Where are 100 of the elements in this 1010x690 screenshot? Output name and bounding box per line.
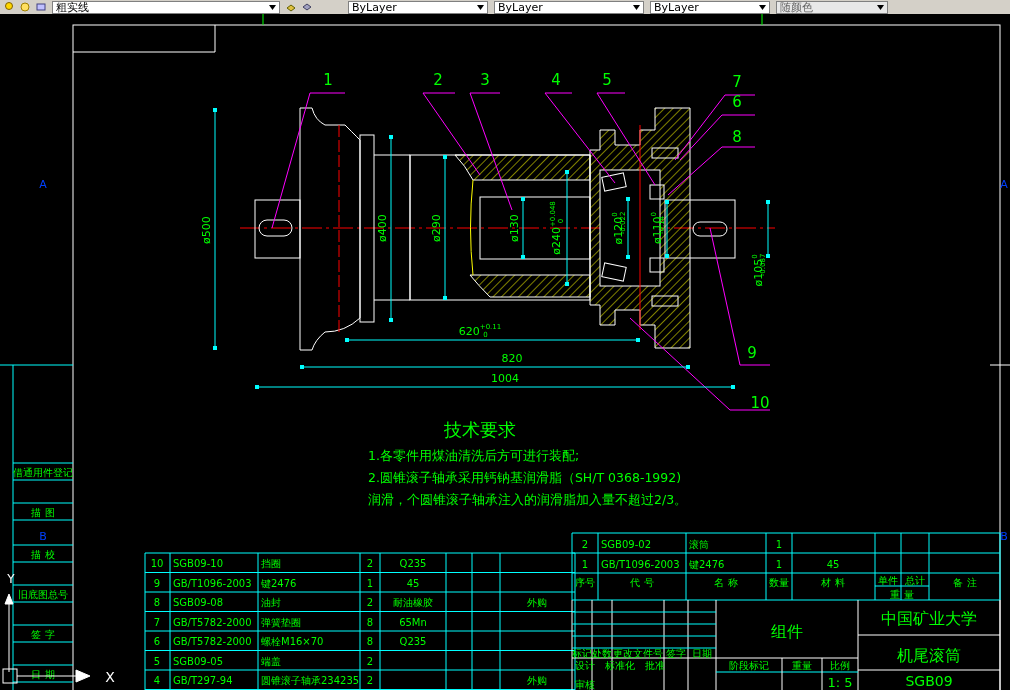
part-balloon-number: 8 — [732, 128, 742, 146]
drawing-type: 组件 — [771, 622, 803, 641]
stage-label: 阶段标记 — [729, 660, 769, 671]
column-header: 备 注 — [953, 577, 977, 588]
part-balloon-number: 9 — [747, 344, 757, 362]
revision-strip-label: 借通用件登记 — [13, 467, 73, 478]
plot-style-dropdown[interactable]: 随颜色 — [776, 0, 888, 14]
quantity: 1 — [366, 577, 374, 589]
role-label: 审核 — [575, 679, 595, 690]
part-name: 油封 — [261, 597, 281, 608]
column-header: 材 料 — [821, 577, 845, 588]
quantity: 2 — [366, 655, 374, 667]
revision-strip-label: 日 期 — [31, 669, 55, 680]
revision-label: 更改文件号 — [613, 648, 663, 659]
part-balloon-number: 5 — [602, 71, 612, 89]
item-number: 9 — [153, 577, 161, 589]
part-balloon-number: 3 — [480, 71, 490, 89]
caret-icon — [633, 4, 640, 10]
axis-label: X — [105, 669, 115, 685]
weight-label: 重量 — [792, 660, 812, 671]
column-header: 总计 — [905, 575, 925, 586]
zone-label: B — [1000, 530, 1008, 543]
part-name: 滚筒 — [689, 539, 709, 550]
remark: 外购 — [527, 597, 547, 608]
part-name: 端盖 — [261, 655, 281, 667]
zone-label: B — [39, 530, 47, 543]
requirement-text: 1.各零件用煤油清洗后方可进行装配; — [368, 448, 580, 463]
item-number: 6 — [153, 636, 161, 647]
caret-icon — [269, 4, 276, 10]
revision-strip-label: 描 校 — [31, 549, 55, 560]
drawing-title: 机尾滚筒 — [897, 646, 961, 665]
dimension-line — [521, 196, 525, 260]
part-code: GB/T1096-2003 — [173, 577, 252, 589]
part-code: SGB09-08 — [173, 597, 223, 608]
part-code: GB/T297-94 — [173, 675, 233, 686]
quantity: 1 — [775, 539, 783, 550]
revision-label: 日期 — [692, 648, 712, 659]
lineweight-dropdown[interactable]: ByLayer — [650, 0, 770, 14]
color-dropdown[interactable]: ByLayer — [348, 0, 488, 14]
zone-label: A — [39, 178, 47, 191]
quantity: 2 — [366, 597, 374, 608]
quantity: 2 — [366, 675, 374, 686]
item-number: 4 — [153, 675, 161, 686]
item-number: 5 — [153, 655, 161, 667]
revision-label: 标记 — [572, 648, 592, 659]
revision-strip-label: 描 图 — [31, 507, 55, 518]
item-number: 1 — [581, 559, 589, 570]
part-code: GB/T1096-2003 — [601, 559, 680, 570]
part-name: 挡圈 — [261, 558, 281, 569]
part-balloon-number: 1 — [323, 71, 333, 89]
scale-label: 比例 — [830, 660, 850, 671]
part-code: SGB09-10 — [173, 558, 223, 569]
part-name: 螺栓M16×70 — [261, 636, 324, 647]
caret-icon — [877, 4, 884, 10]
item-number: 2 — [581, 539, 589, 550]
layer-dropdown[interactable]: 粗实线 — [52, 0, 280, 14]
column-header: 单件 — [878, 575, 898, 586]
material: 45 — [826, 559, 840, 570]
part-balloon-number: 2 — [433, 71, 443, 89]
column-header: 重 量 — [890, 589, 914, 600]
part-name: 弹簧垫圈 — [261, 616, 301, 628]
part-name: 圆锥滚子轴承234235 — [261, 675, 360, 686]
dimension-text: ø400 — [376, 214, 389, 242]
column-header: 数量 — [769, 577, 789, 588]
quantity: 8 — [366, 636, 374, 647]
part-code: SGB09-02 — [601, 539, 651, 550]
organization-name: 中国矿业大学 — [881, 609, 977, 628]
role-label: 标准化 — [605, 660, 635, 671]
requirement-text: 2.圆锥滚子轴承采用钙钠基润滑脂（SH/T 0368-1992) — [368, 470, 682, 485]
dimension-line — [626, 196, 630, 260]
axis-label: Y — [7, 572, 15, 586]
dimension-line — [665, 199, 669, 259]
item-number: 8 — [153, 597, 161, 608]
part-balloon-number: 7 — [732, 73, 742, 91]
quantity: 8 — [366, 616, 374, 628]
part-code: SGB09-05 — [173, 655, 223, 667]
part-name: 键2476 — [689, 559, 725, 570]
revision-label: 签字 — [666, 648, 686, 659]
layer-icon[interactable] — [36, 2, 46, 12]
caret-icon — [759, 4, 766, 10]
material: 45 — [406, 577, 420, 589]
requirements-title: 技术要求 — [444, 419, 516, 440]
drawing-number: SGB09 — [905, 673, 953, 689]
dimension-text: ø290 — [430, 214, 443, 242]
column-header: 代 号 — [630, 577, 654, 588]
material: Q235 — [399, 636, 427, 647]
dimension-text: 1004 — [491, 372, 519, 385]
quantity: 1 — [775, 559, 783, 570]
item-number: 10 — [150, 558, 164, 569]
part-code: GB/T5782-2000 — [173, 616, 252, 628]
requirement-text: 润滑，个圆锥滚子轴承注入的润滑脂加入量不超过2/3。 — [368, 492, 688, 507]
part-balloon-number: 10 — [750, 394, 770, 412]
quantity: 2 — [366, 558, 374, 569]
part-name: 键2476 — [261, 577, 297, 589]
column-header: 序号 — [575, 577, 595, 588]
part-code: GB/T5782-2000 — [173, 636, 252, 647]
material: 65Mn — [399, 616, 427, 628]
linetype-dropdown[interactable]: ByLayer — [494, 0, 644, 14]
dimension-line — [766, 199, 770, 259]
dimension-text: ø130 — [508, 214, 521, 242]
